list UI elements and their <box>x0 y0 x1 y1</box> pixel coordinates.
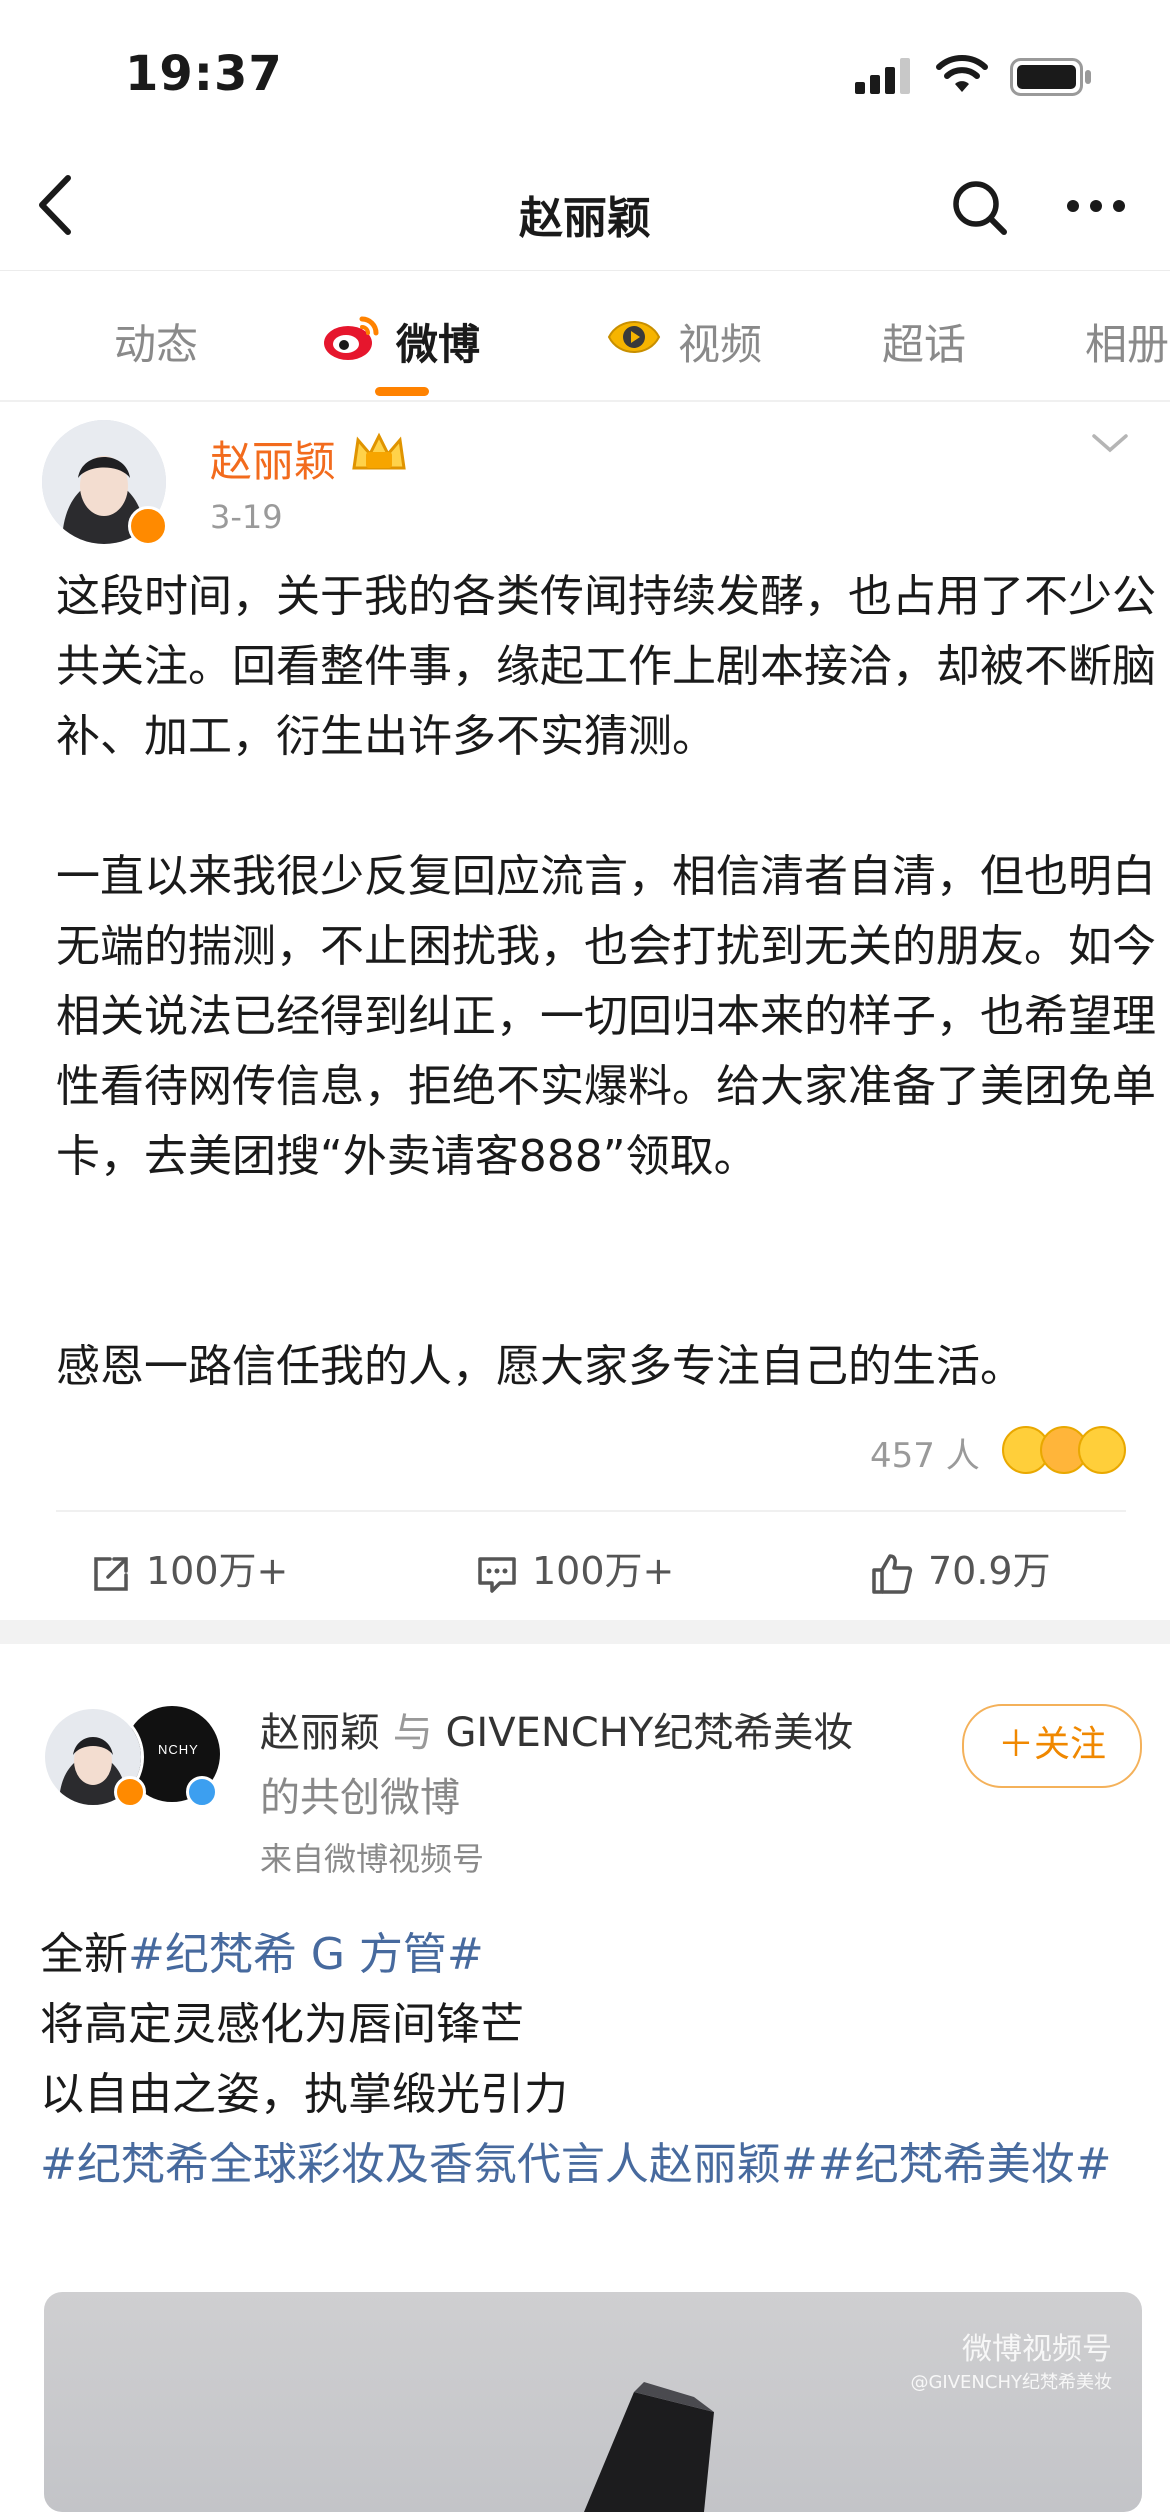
post-separator <box>0 1620 1170 1644</box>
tab-dynamic[interactable]: 动态 <box>114 311 198 372</box>
status-time: 19:37 <box>125 46 283 102</box>
tabs-divider <box>0 400 1170 402</box>
repost-count: 100万+ <box>146 1549 289 1593</box>
follow-button[interactable]: ＋关注 <box>962 1704 1142 1788</box>
lipstick-product-image <box>584 2382 714 2512</box>
like-count: 70.9万 <box>928 1549 1051 1593</box>
verified-badge-icon <box>128 506 168 546</box>
author-name[interactable]: 赵丽颖 <box>210 428 336 489</box>
video-tab-icon <box>607 321 661 353</box>
video-thumbnail[interactable]: 微博视频号 @GIVENCHY纪梵希美妆 <box>44 2292 1142 2512</box>
partner-name[interactable]: GIVENCHY纪梵希美妆 <box>445 1710 853 1756</box>
co-create-suffix: 的共创微博 <box>260 1775 460 1821</box>
post-paragraph: 一直以来我很少反复回应流言，相信清者自清，但也明白无端的揣测，不止困扰我，也会打… <box>56 851 1156 1182</box>
more-icon[interactable] <box>1065 198 1127 214</box>
partner-avatar-label: NCHY <box>158 1742 199 1757</box>
author-name[interactable]: 赵丽颖 <box>260 1710 380 1756</box>
like-button[interactable]: 70.9万 <box>870 1540 1051 1596</box>
video-watermark: 微博视频号 @GIVENCHY纪梵希美妆 <box>910 2324 1112 2394</box>
hashtag-link[interactable]: #纪梵希全球彩妆及香氛代言人赵丽颖##纪梵希美妆# <box>40 2130 1150 2200</box>
joiner-text: 与 <box>392 1710 433 1756</box>
battery-icon <box>1010 58 1091 96</box>
line-prefix: 全新 <box>40 1929 128 1980</box>
crown-badge-icon <box>352 432 406 470</box>
repost-button[interactable]: 100万+ <box>90 1540 288 1595</box>
source-prefix: 来自 <box>260 1840 325 1878</box>
search-icon[interactable] <box>950 178 1010 238</box>
verified-badge-icon <box>186 1776 218 1808</box>
post-line: 全新#纪梵希 G 方管# <box>40 1920 1150 1990</box>
post-line: 将高定灵感化为唇间锋芒 <box>40 1999 524 2050</box>
comment-icon <box>478 1556 516 1593</box>
comment-count: 100万+ <box>532 1549 675 1593</box>
wifi-icon <box>936 55 988 92</box>
tab-video[interactable]: 视频 <box>678 311 762 372</box>
thumbs-up-icon <box>872 1553 913 1594</box>
active-tab-indicator <box>375 387 429 396</box>
surprised-emoji-icon <box>1078 1426 1126 1474</box>
comment-button[interactable]: 100万+ <box>476 1540 674 1595</box>
post-date: 3-19 <box>210 498 283 536</box>
co-author-line: 赵丽颖 与 GIVENCHY纪梵希美妆 <box>260 1700 853 1758</box>
verified-badge-icon <box>114 1776 146 1808</box>
divider <box>56 1510 1126 1512</box>
chevron-down-icon[interactable] <box>1090 432 1130 456</box>
hashtag-link[interactable]: #纪梵希 G 方管# <box>128 1929 484 1980</box>
source-link[interactable]: 微博视频号 <box>324 1840 484 1878</box>
post-paragraph: 感恩一路信任我的人，愿大家多专注自己的生活。 <box>56 1341 1024 1392</box>
tab-supertopic[interactable]: 超话 <box>882 311 966 372</box>
cellular-signal-icon <box>855 58 910 94</box>
watermark-sub: @GIVENCHY纪梵希美妆 <box>910 2372 1112 2393</box>
tab-weibo[interactable]: 微博 <box>396 311 480 372</box>
post-paragraph: 这段时间，关于我的各类传闻持续发酵，也占用了不少公共关注。回看整件事，缘起工作上… <box>56 571 1156 762</box>
status-bar: 19:37 <box>0 0 1170 150</box>
reactions-count[interactable]: 457 人 <box>870 1428 980 1477</box>
weibo-logo-icon <box>324 316 379 360</box>
profile-tabs: 动态 微博 视频 超话 相册 <box>0 270 1170 401</box>
tab-album[interactable]: 相册 <box>1085 311 1169 372</box>
watermark-label: 微博视频号 <box>962 2332 1112 2367</box>
post-source: 来自微博视频号 <box>260 1834 484 1880</box>
repost-icon <box>94 1556 128 1591</box>
post-line: 以自由之姿，执掌缎光引力 <box>40 2069 568 2120</box>
